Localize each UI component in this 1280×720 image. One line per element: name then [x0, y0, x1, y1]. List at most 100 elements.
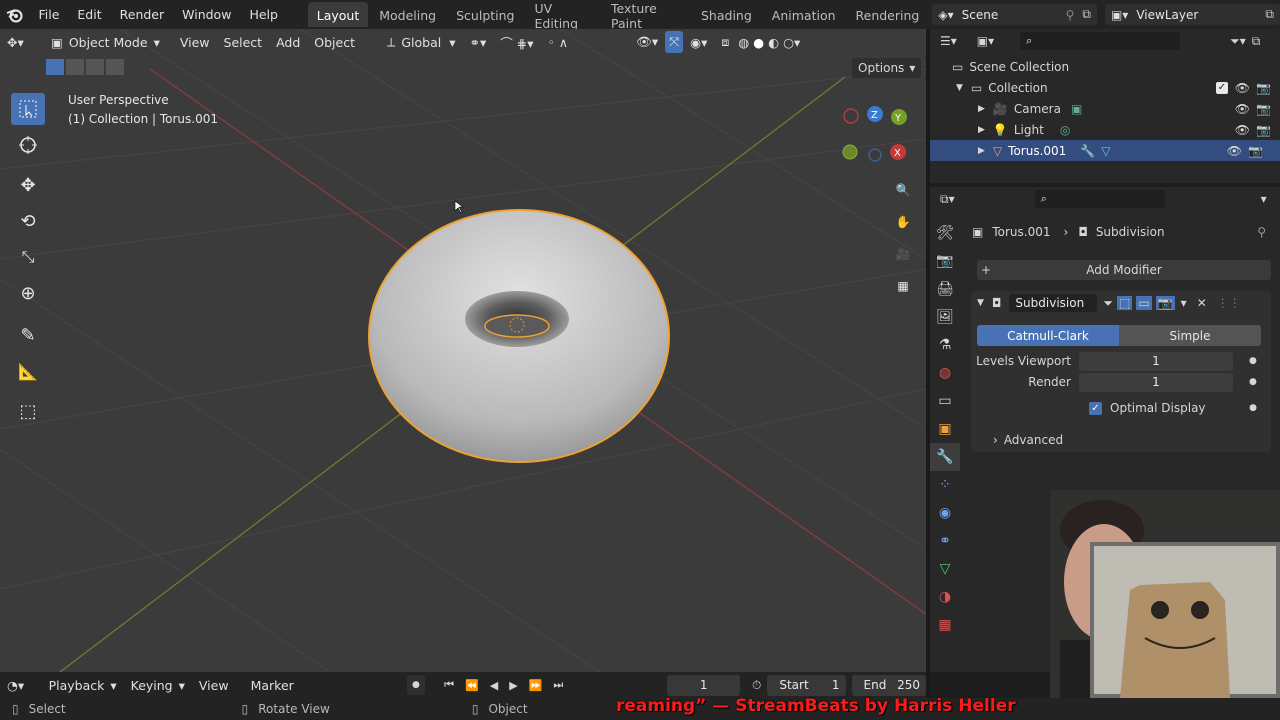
modifier-name-input[interactable]: Subdivision [1009, 294, 1098, 312]
record-button[interactable]: ● [406, 675, 426, 695]
pivot-icon[interactable]: ⚭▾ [463, 31, 494, 53]
next-keyframe-icon[interactable]: ⏩ [524, 679, 549, 692]
select-subtract-icon[interactable] [86, 59, 104, 75]
select-extend-icon[interactable] [66, 59, 84, 75]
chevron-down-icon[interactable]: ▾ [1261, 192, 1267, 206]
proportional-edit-icon[interactable]: ◦ ∧ [540, 31, 575, 53]
move-tool-icon[interactable]: ✥ [11, 169, 45, 201]
marker-menu[interactable]: Marker [244, 674, 301, 696]
viewport-toggle-icon[interactable]: ▭ [1136, 296, 1152, 310]
exclude-checkbox[interactable]: ✓ [1216, 81, 1228, 94]
menu-window[interactable]: Window [173, 7, 240, 22]
scale-tool-icon[interactable]: ⤡ [11, 241, 45, 273]
data-tab-icon[interactable]: ▽ [930, 555, 960, 583]
optimal-display-checkbox[interactable]: ✓ [1089, 401, 1102, 415]
editor-type-icon[interactable]: ✥▾ [0, 31, 40, 53]
timeline-editor-icon[interactable]: ◔▾ [0, 674, 42, 696]
transform-tool-icon[interactable]: ⊕ [11, 277, 45, 309]
select-box-tool-icon[interactable] [11, 93, 45, 125]
disclosure-closed-icon[interactable]: ▶ [978, 146, 985, 156]
snap-icon[interactable]: ⌒ ⋕▾ [493, 31, 540, 53]
cursor-tool-icon[interactable] [11, 129, 45, 161]
properties-editor-icon[interactable]: ⧉▾ [940, 192, 955, 207]
texture-tab-icon[interactable]: ▦ [930, 611, 960, 639]
zoom-icon[interactable]: 🔍 [888, 175, 918, 205]
visibility-icon[interactable]: 👁▾ [629, 31, 665, 53]
add-modifier-button[interactable]: + Add Modifier [977, 260, 1271, 280]
3d-viewport[interactable]: ✥▾ ▣ Object Mode ▾ View Select Add Objec… [0, 29, 926, 672]
options-button[interactable]: Options ▾ [852, 58, 922, 78]
remove-modifier-icon[interactable]: ✕ [1197, 296, 1207, 310]
render-camera-icon[interactable]: 📷 [1248, 144, 1263, 158]
disclosure-open-icon[interactable]: ▼ [956, 83, 963, 93]
visibility-eye-icon[interactable]: 👁 [1235, 123, 1250, 137]
add-cube-tool-icon[interactable]: ⬚ [11, 395, 45, 427]
keyframe-dot-icon[interactable]: ● [1249, 403, 1257, 413]
outliner-row-camera[interactable]: ▶ 🎥 Camera ▣ 👁 📷 [938, 98, 1280, 119]
particles-tab-icon[interactable]: ⁘ [930, 471, 960, 499]
visibility-eye-icon[interactable]: 👁 [1235, 81, 1250, 95]
end-frame-field[interactable]: End 250 [851, 674, 926, 696]
stopwatch-icon[interactable]: ⏱ [752, 678, 761, 693]
render-camera-icon[interactable]: 📷 [1256, 123, 1271, 137]
gizmo-toggle-icon[interactable]: ⤧ [665, 31, 684, 53]
perspective-toggle-icon[interactable]: ▦ [888, 271, 918, 301]
visibility-eye-icon[interactable]: 👁 [1227, 144, 1242, 158]
disclosure-closed-icon[interactable]: ▶ [978, 125, 985, 135]
rotate-tool-icon[interactable]: ⟲ [11, 205, 45, 237]
annotate-tool-icon[interactable]: ✎ [11, 319, 45, 351]
render-camera-icon[interactable]: 📷 [1256, 81, 1271, 95]
workspace-tab-animation[interactable]: Animation [763, 2, 845, 27]
menu-object[interactable]: Object [307, 31, 362, 53]
blender-logo-icon[interactable] [0, 5, 29, 25]
mesh-data-icon[interactable]: ▽ [1101, 144, 1110, 158]
material-tab-icon[interactable]: ◑ [930, 583, 960, 611]
modifier-wrench-icon[interactable]: 🔧 [1080, 144, 1095, 158]
workspace-tab-sculpting[interactable]: Sculpting [447, 2, 523, 27]
timeline-view-menu[interactable]: View [192, 674, 236, 696]
keyframe-dot-icon[interactable]: ● [1249, 356, 1257, 366]
outliner-row-scene-collection[interactable]: ▭ Scene Collection [938, 56, 1280, 77]
overlays-icon[interactable]: ◉▾ [683, 31, 714, 53]
transform-orientation-dropdown[interactable]: ⟂ Global ▾ [380, 31, 463, 53]
menu-file[interactable]: File [29, 7, 68, 22]
filter-icon[interactable]: ⏷▾ [1230, 34, 1246, 49]
workspace-tab-layout[interactable]: Layout [307, 2, 369, 27]
play-icon[interactable]: ▶ [504, 679, 523, 692]
new-collection-icon[interactable]: ⧉ [1252, 34, 1261, 49]
start-frame-field[interactable]: Start 1 [767, 674, 846, 696]
levels-viewport-field[interactable]: 1 [1079, 351, 1233, 371]
light-data-icon[interactable]: ◎ [1060, 123, 1070, 137]
outliner-row-light[interactable]: ▶ 💡 Light ◎ 👁 📷 [938, 119, 1280, 140]
camera-data-icon[interactable]: ▣ [1071, 102, 1082, 116]
jump-start-icon[interactable]: ⏮ [439, 678, 460, 692]
advanced-subpanel-header[interactable]: › Advanced [993, 430, 1063, 450]
menu-add[interactable]: Add [269, 31, 307, 53]
outliner-row-collection[interactable]: ▼ ▭ Collection ✓ 👁 📷 [938, 77, 1280, 98]
keyframe-dot-icon[interactable]: ● [1249, 377, 1257, 387]
current-frame-field[interactable]: 1 [667, 674, 740, 696]
new-view-layer-icon[interactable]: ⧉ [1265, 7, 1274, 22]
jump-end-icon[interactable]: ⏭ [548, 678, 569, 692]
object-mode-dropdown[interactable]: ▣ Object Mode ▾ [44, 31, 167, 53]
world-tab-icon[interactable]: ◍ [930, 359, 960, 387]
output-tab-icon[interactable]: 🖨 [930, 275, 960, 303]
object-tab-icon[interactable]: ▣ [930, 415, 960, 443]
view-layer-tab-icon[interactable]: 🖼 [930, 303, 960, 331]
menu-view[interactable]: View [173, 31, 217, 53]
navigation-gizmo[interactable]: Z Y X [838, 103, 914, 165]
workspace-tab-shading[interactable]: Shading [692, 2, 761, 27]
outliner-search-input[interactable]: ⌕ [1020, 32, 1181, 50]
keying-menu[interactable]: Keying ▾ [124, 674, 192, 696]
scene-tab-icon[interactable]: ⚗ [930, 331, 960, 359]
select-intersect-icon[interactable] [106, 59, 124, 75]
render-toggle-icon[interactable]: 📷 [1155, 296, 1175, 310]
modifier-dropdown-icon[interactable]: ▾ [1181, 296, 1187, 310]
catmull-clark-button[interactable]: Catmull-Clark [977, 325, 1119, 346]
collection-tab-icon[interactable]: ▭ [930, 387, 960, 415]
visibility-eye-icon[interactable]: 👁 [1235, 102, 1250, 116]
menu-help[interactable]: Help [240, 7, 287, 22]
xray-icon[interactable]: ⧈ [714, 31, 736, 53]
disclosure-closed-icon[interactable]: ▶ [978, 104, 985, 114]
tool-tab-icon[interactable]: 🛠 [930, 219, 960, 247]
